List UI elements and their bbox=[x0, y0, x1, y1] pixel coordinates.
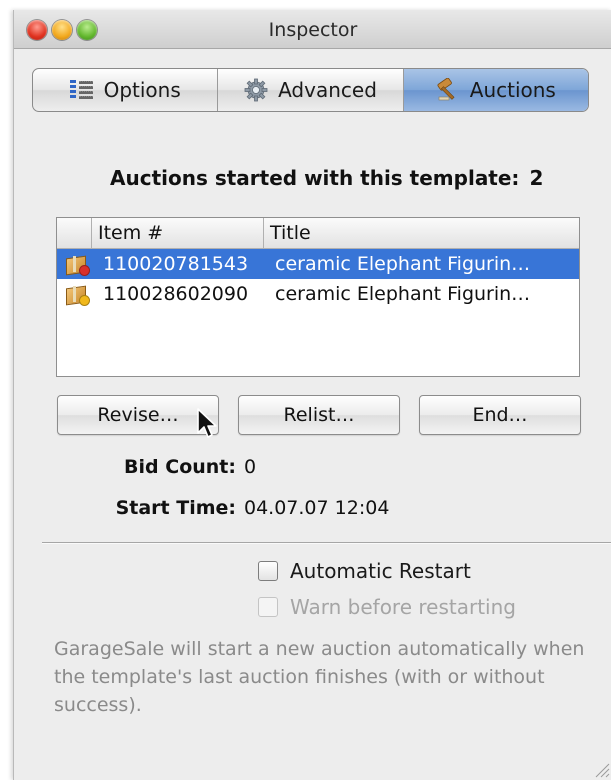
resize-grip-icon[interactable] bbox=[592, 760, 610, 778]
title-bar[interactable]: Inspector bbox=[14, 10, 611, 49]
inspector-tabs: Options Advanced Auctions bbox=[32, 68, 589, 112]
window-title: Inspector bbox=[268, 19, 358, 41]
title-cell: ceramic Elephant Figurin… bbox=[275, 283, 531, 305]
auctions-count-line: Auctions started with this template: 2 bbox=[110, 166, 543, 190]
automatic-restart-label: Automatic Restart bbox=[290, 559, 471, 583]
start-time-row: Start Time: 04.07.07 12:04 bbox=[106, 497, 390, 519]
tab-auctions-label: Auctions bbox=[469, 78, 556, 102]
revise-button[interactable]: Revise… bbox=[57, 395, 219, 435]
auction-package-icon bbox=[66, 284, 90, 306]
bid-count-row: Bid Count: 0 bbox=[106, 456, 256, 478]
tab-advanced[interactable]: Advanced bbox=[218, 69, 404, 111]
status-column-header[interactable] bbox=[57, 218, 92, 248]
column-header-item[interactable]: Item # bbox=[92, 218, 264, 248]
auction-package-icon bbox=[66, 254, 90, 276]
warn-before-restarting-checkbox bbox=[258, 597, 278, 617]
auctions-count-label: Auctions started with this template: bbox=[110, 166, 520, 190]
tab-options-label: Options bbox=[103, 78, 181, 102]
gear-icon bbox=[244, 78, 268, 102]
bid-count-value: 0 bbox=[244, 456, 257, 478]
end-button[interactable]: End… bbox=[419, 395, 581, 435]
automatic-restart-checkbox[interactable] bbox=[258, 561, 278, 581]
auctions-table[interactable]: Item # Title 110020781543 ceramic Elepha… bbox=[56, 217, 580, 377]
auctions-count-value: 2 bbox=[529, 166, 544, 190]
tab-advanced-label: Advanced bbox=[278, 78, 377, 102]
divider bbox=[42, 542, 611, 544]
gavel-icon bbox=[436, 77, 460, 102]
mouse-pointer-icon bbox=[197, 408, 217, 438]
table-header: Item # Title bbox=[57, 218, 579, 249]
options-list-icon bbox=[69, 78, 94, 102]
warn-before-restarting-label: Warn before restarting bbox=[290, 595, 516, 619]
status-dot-icon bbox=[79, 265, 90, 276]
status-dot-icon bbox=[79, 295, 90, 306]
column-header-title[interactable]: Title bbox=[264, 218, 579, 248]
start-time-label: Start Time: bbox=[115, 497, 236, 519]
auto-restart-note: GarageSale will start a new auction auto… bbox=[54, 638, 585, 716]
automatic-restart-option[interactable]: Automatic Restart bbox=[258, 559, 471, 583]
warn-before-restarting-option: Warn before restarting bbox=[258, 595, 516, 619]
table-row[interactable]: 110020781543 ceramic Elephant Figurin… bbox=[57, 249, 579, 279]
tab-auctions[interactable]: Auctions bbox=[403, 69, 588, 111]
relist-button[interactable]: Relist… bbox=[238, 395, 400, 435]
inspector-window: Inspector Options Advanced Auctions Auct… bbox=[13, 10, 611, 780]
title-cell: ceramic Elephant Figurin… bbox=[275, 253, 531, 275]
tab-options[interactable]: Options bbox=[33, 69, 219, 111]
item-number-cell: 110020781543 bbox=[103, 253, 249, 275]
item-number-cell: 110028602090 bbox=[103, 283, 249, 305]
bid-count-label: Bid Count: bbox=[124, 456, 236, 478]
start-time-value: 04.07.07 12:04 bbox=[244, 497, 390, 519]
table-row[interactable]: 110028602090 ceramic Elephant Figurin… bbox=[57, 279, 579, 309]
